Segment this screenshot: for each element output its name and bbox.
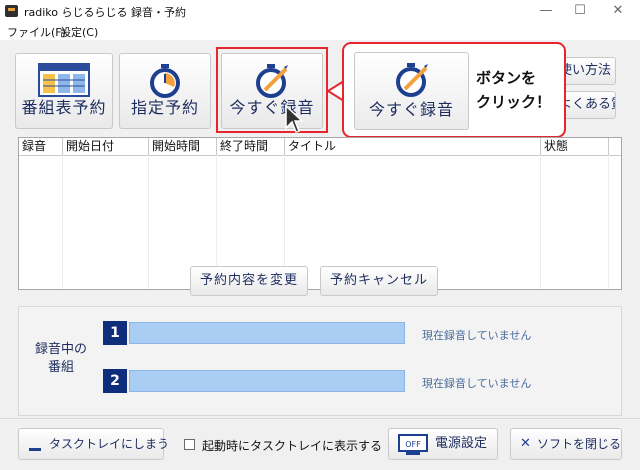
- timer-reserve-label: 指定予約: [130, 98, 199, 117]
- callout-record-now-label: 今すぐ録音: [368, 100, 454, 119]
- change-reservation-button[interactable]: 予約内容を変更: [190, 266, 308, 296]
- list-grid-line: [608, 155, 609, 289]
- recording-label-line1: 録音中の: [34, 342, 87, 357]
- main-area: 番組表予約 指定予約 今すぐ録音 使い方法 よくある質問: [0, 40, 640, 470]
- callout-text-line1: ボタンを: [476, 69, 537, 87]
- close-app-label: ソフトを閉じる: [537, 437, 622, 451]
- recording-group-label: 録音中の 番組: [29, 341, 93, 377]
- program-table-reserve-label: 番組表予約: [21, 98, 107, 117]
- column-title[interactable]: タイトル: [285, 138, 541, 155]
- column-record[interactable]: 録音: [19, 138, 63, 155]
- instruction-callout: 今すぐ録音 ボタンを クリック！: [342, 42, 566, 138]
- power-settings-button[interactable]: OFF 電源設定: [388, 428, 498, 460]
- power-off-icon: OFF: [398, 434, 428, 455]
- menu-bar: ファイル(F) 設定(C): [0, 22, 640, 40]
- program-table-icon: [38, 63, 90, 97]
- minimize-to-tray-label: タスクトレイにしまう: [49, 437, 170, 451]
- timer-reserve-button[interactable]: 指定予約: [119, 53, 211, 129]
- slot-number: 2: [103, 369, 127, 393]
- recording-progress-bar: [129, 322, 405, 344]
- mouse-cursor-icon: [285, 104, 304, 133]
- list-grid-line: [540, 155, 541, 289]
- usage-guide-button[interactable]: 使い方法: [558, 57, 616, 85]
- recording-status-text: 現在録音していません: [422, 329, 532, 342]
- column-start-date[interactable]: 開始日付: [63, 138, 149, 155]
- power-off-icon-text: OFF: [405, 440, 421, 449]
- callout-instruction-text: ボタンを クリック！: [476, 66, 560, 114]
- close-window-button[interactable]: ✕: [604, 2, 632, 20]
- callout-text-line2: クリック！: [476, 93, 552, 111]
- list-grid-line: [62, 155, 63, 289]
- recording-status-text: 現在録音していません: [422, 377, 532, 390]
- program-table-reserve-button[interactable]: 番組表予約: [15, 53, 113, 129]
- title-bar: radiko らじるらじる 録音・予約 — ☐ ✕: [0, 0, 640, 22]
- faq-button[interactable]: よくある質問: [558, 91, 616, 119]
- record-now-highlight: [216, 47, 328, 133]
- cancel-reservation-button[interactable]: 予約キャンセル: [320, 266, 438, 296]
- app-icon: [5, 5, 18, 17]
- startup-tray-label: 起動時にタスクトレイに表示する: [202, 439, 383, 453]
- callout-record-now-button: 今すぐ録音: [354, 52, 469, 130]
- menu-file[interactable]: ファイル(F): [7, 24, 66, 40]
- list-grid-line: [148, 155, 149, 289]
- recording-status-group: 録音中の 番組 1 現在録音していません 2 現在録音していません: [18, 306, 622, 416]
- menu-settings[interactable]: 設定(C): [60, 24, 98, 40]
- minimize-icon: [29, 448, 41, 451]
- recording-progress-bar: [129, 370, 405, 392]
- stopwatch-pen-icon: [395, 63, 428, 97]
- footer-separator: [0, 418, 640, 419]
- window-title: radiko らじるらじる 録音・予約: [24, 6, 187, 19]
- startup-tray-checkbox[interactable]: [184, 439, 195, 450]
- power-settings-label: 電源設定: [435, 436, 488, 451]
- column-end-time[interactable]: 終了時間: [217, 138, 285, 155]
- minimize-button[interactable]: —: [532, 2, 560, 20]
- maximize-button[interactable]: ☐: [566, 2, 594, 20]
- slot-number: 1: [103, 321, 127, 345]
- recording-label-line2: 番組: [47, 360, 74, 375]
- close-x-icon: ✕: [520, 436, 531, 451]
- minimize-to-tray-button[interactable]: タスクトレイにしまう: [18, 428, 169, 460]
- column-status[interactable]: 状態: [541, 138, 609, 155]
- close-app-button[interactable]: ✕ ソフトを閉じる: [510, 428, 622, 460]
- column-start-time[interactable]: 開始時間: [149, 138, 217, 155]
- list-header: 録音 開始日付 開始時間 終了時間 タイトル 状態: [19, 138, 621, 156]
